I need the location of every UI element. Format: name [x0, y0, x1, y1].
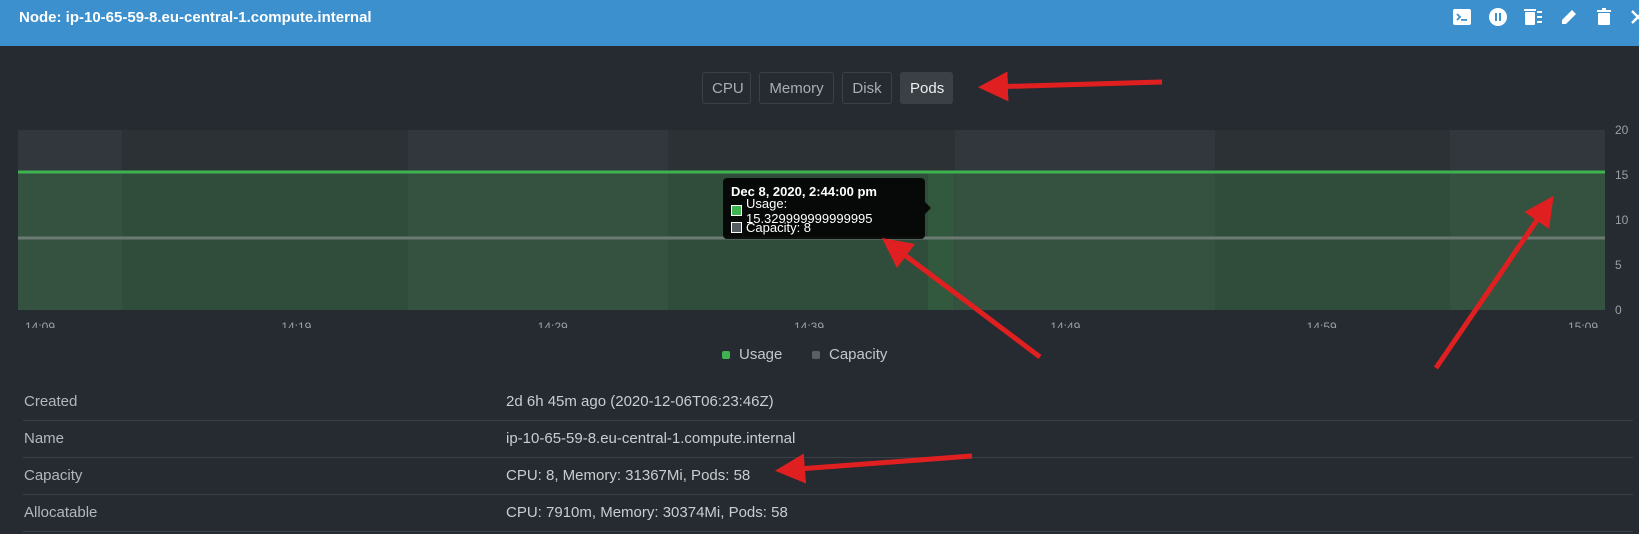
x-tick-label: 14:19: [281, 320, 311, 328]
property-label: Created: [24, 393, 78, 410]
x-tick-label: 14:29: [538, 320, 568, 328]
tooltip-capacity-swatch: [731, 222, 742, 233]
y-tick-label: 15: [1615, 168, 1629, 182]
legend-usage[interactable]: Usage: [722, 346, 782, 363]
legend-capacity-label: Capacity: [829, 346, 888, 363]
tooltip-usage-swatch: [731, 205, 742, 216]
node-properties: Created 2d 6h 45m ago (2020-12-06T06:23:…: [23, 384, 1633, 532]
property-value: 2d 6h 45m ago (2020-12-06T06:23:46Z): [506, 393, 774, 410]
property-row-created: Created 2d 6h 45m ago (2020-12-06T06:23:…: [23, 384, 1633, 421]
tooltip-capacity: Capacity: 8: [746, 220, 812, 235]
drawer-title: Node: ip-10-65-59-8.eu-central-1.compute…: [19, 9, 372, 26]
property-label: Allocatable: [24, 504, 98, 521]
property-label: Capacity: [24, 467, 83, 484]
chart-legend: Usage Capacity: [0, 346, 1639, 366]
legend-usage-swatch: [722, 350, 730, 359]
close-icon[interactable]: [1628, 7, 1639, 27]
pause-icon[interactable]: [1488, 7, 1508, 27]
x-tick-label: 14:49: [1050, 320, 1080, 328]
property-value: CPU: 8, Memory: 31367Mi, Pods: 58: [506, 467, 751, 484]
property-row-name: Name ip-10-65-59-8.eu-central-1.compute.…: [23, 421, 1633, 458]
y-tick-label: 20: [1615, 123, 1629, 137]
property-row-capacity: Capacity CPU: 8, Memory: 31367Mi, Pods: …: [23, 458, 1633, 495]
drain-icon[interactable]: [1523, 7, 1543, 27]
property-value: ip-10-65-59-8.eu-central-1.compute.inter…: [506, 430, 796, 447]
x-tick-label: 14:59: [1307, 320, 1337, 328]
legend-capacity-swatch: [812, 350, 820, 359]
metric-tabs: CPU Memory Disk Pods: [0, 72, 1639, 106]
edit-icon[interactable]: [1559, 7, 1579, 27]
tab-disk[interactable]: Disk: [842, 72, 892, 104]
y-tick-label: 5: [1615, 258, 1622, 272]
legend-usage-label: Usage: [739, 346, 783, 363]
terminal-icon[interactable]: [1452, 7, 1472, 27]
property-label: Name: [24, 430, 65, 447]
tab-cpu[interactable]: CPU: [702, 72, 751, 104]
tab-memory[interactable]: Memory: [759, 72, 834, 104]
property-row-allocatable: Allocatable CPU: 7910m, Memory: 30374Mi,…: [23, 495, 1633, 532]
delete-icon[interactable]: [1594, 7, 1614, 27]
property-value: CPU: 7910m, Memory: 30374Mi, Pods: 58: [506, 504, 788, 521]
tab-pods[interactable]: Pods: [900, 72, 953, 104]
y-tick-label: 0: [1615, 303, 1622, 317]
drawer-header: Node: ip-10-65-59-8.eu-central-1.compute…: [0, 0, 1639, 46]
x-tick-label: 14:39: [794, 320, 824, 328]
y-tick-label: 10: [1615, 213, 1629, 227]
x-tick-label: 15:09: [1568, 320, 1598, 328]
x-tick-label: 14:09: [25, 320, 55, 328]
chart-tooltip: Dec 8, 2020, 2:44:00 pm Usage: 15.329999…: [723, 178, 931, 239]
hover-column: [928, 172, 954, 310]
legend-capacity[interactable]: Capacity: [812, 346, 887, 363]
